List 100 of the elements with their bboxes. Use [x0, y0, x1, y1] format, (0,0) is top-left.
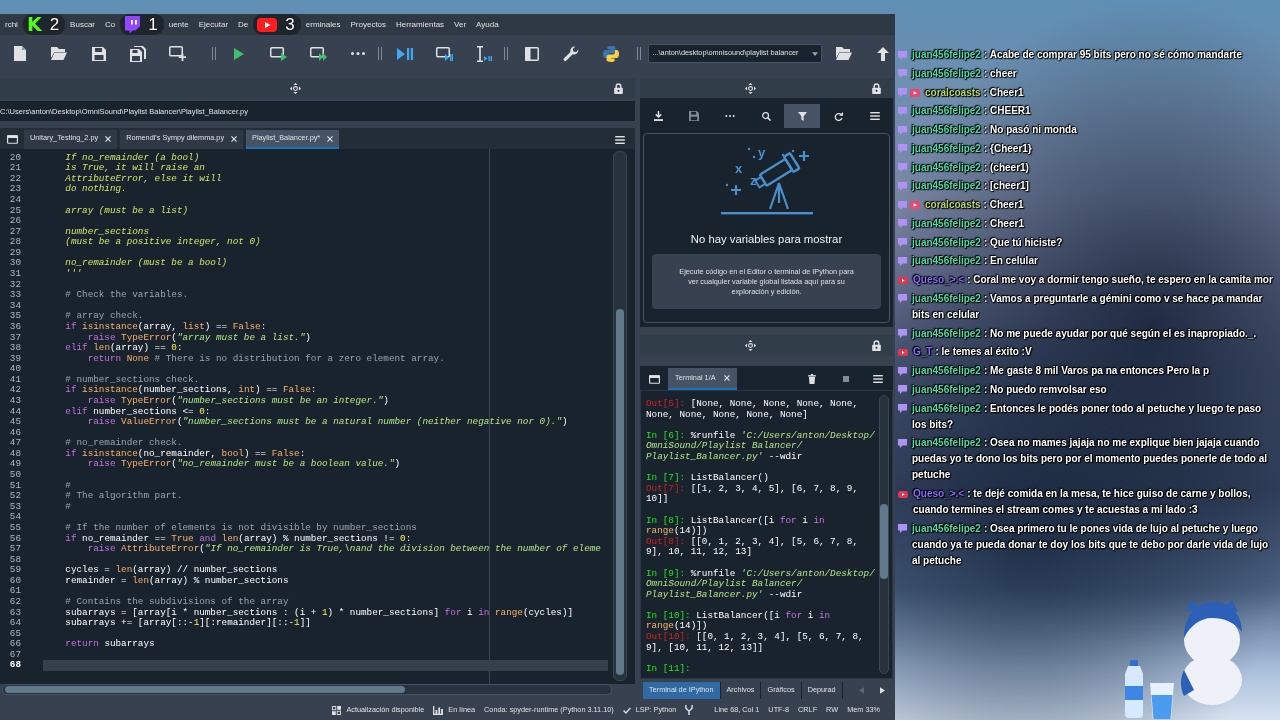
- code-line: If no_remainder (a bool): [64, 151, 200, 163]
- chat-message: juan456felipe2 : En celular: [912, 254, 1039, 269]
- glass-drawing: [1150, 683, 1174, 719]
- search-icon: [761, 111, 771, 121]
- chat-message: juan456felipe2 : Cheer1: [912, 216, 1025, 231]
- code-line: # no_remainder check.: [64, 437, 183, 449]
- chat-message: coralcoasts : Cheer1: [925, 85, 1025, 100]
- save-all-icon: [130, 45, 147, 62]
- menu-item[interactable]: Herramientas: [391, 19, 450, 30]
- code-line: return subarrays: [64, 638, 155, 650]
- console-line: In [8]: ListBalancer([i for i in: [646, 514, 825, 526]
- line-number: 51: [9, 480, 21, 492]
- menu-item[interactable]: erminales: [300, 19, 346, 30]
- console-line: In [9]: %runfile 'C:/Users/anton/Desktop/: [646, 567, 875, 579]
- line-number: 22: [9, 173, 21, 185]
- menu-item[interactable]: Ejecutar: [193, 19, 234, 30]
- horizontal-scrollbar[interactable]: [2, 684, 612, 695]
- close-icon[interactable]: [327, 135, 334, 142]
- chat-username[interactable]: juan456felipe2: [912, 402, 981, 414]
- line-number: 56: [9, 533, 21, 545]
- caret-down-icon[interactable]: [812, 51, 818, 56]
- chat-message: juan456felipe2 : No me puede ayudar por qué según el es inapropiado._.: [912, 326, 1258, 341]
- move-icon[interactable]: [290, 82, 301, 94]
- code-line: ''': [64, 268, 83, 280]
- line-number: 45: [9, 417, 21, 428]
- code-line: raise TypeError("no_remainder must be a boolean value."): [86, 458, 401, 470]
- menu-item[interactable]: rchi: [0, 19, 23, 30]
- line-number: 58: [9, 554, 21, 566]
- line-number: 44: [9, 406, 21, 418]
- menu-item[interactable]: Proyectos: [345, 19, 392, 30]
- line-number: 61: [9, 586, 21, 597]
- filter-button[interactable]: [784, 104, 821, 128]
- run-icon: [234, 47, 245, 60]
- code-line: raise AttributeError("If no_remainder is True,\nand the division between the number of eleme: [86, 543, 601, 555]
- refresh-icon: [834, 111, 843, 121]
- play-button-icon: [898, 348, 908, 356]
- line-number: 54: [9, 512, 21, 523]
- branch-icon: [685, 705, 694, 715]
- viewer-count: 1: [148, 15, 158, 34]
- line-number: 64: [9, 618, 21, 629]
- move-icon[interactable]: [745, 340, 756, 351]
- lock-icon[interactable]: [614, 82, 623, 94]
- text-cursor-icon: [476, 45, 493, 62]
- lock-icon[interactable]: [872, 82, 881, 94]
- menu-item[interactable]: Ayuda: [471, 19, 504, 30]
- line-number: 62: [9, 596, 21, 608]
- console-line: Playlist_Balancer.py' --wdir: [646, 588, 803, 600]
- chat-bubble-icon: [898, 524, 907, 534]
- code-line: no_remainder (must be a bool): [64, 257, 228, 269]
- code-line: if isinstance(no_remainder, bool) == False:: [64, 447, 306, 459]
- chat-message: juan456felipe2 : (cheer1): [912, 160, 1030, 175]
- save-icon: [91, 46, 106, 61]
- chat-username[interactable]: juan456felipe2: [912, 383, 981, 395]
- code-line: cycles = len(array) // number_sections: [64, 564, 278, 576]
- code-line: elif len(array) == 0:: [64, 342, 183, 354]
- line-number: 25: [9, 205, 21, 217]
- line-number: 55: [9, 522, 21, 534]
- line-number: 53: [9, 501, 21, 513]
- line-number: 49: [9, 459, 21, 471]
- menu-item[interactable]: Co: [100, 19, 121, 30]
- folder-icon: [51, 47, 68, 60]
- chat-username[interactable]: juan456felipe2: [912, 255, 981, 267]
- line-number: 37: [9, 332, 21, 344]
- chat-username[interactable]: juan456felipe2: [912, 437, 981, 449]
- add-cell-icon: [169, 46, 187, 61]
- run-cell-icon: [270, 46, 288, 61]
- scrollbar-thumb[interactable]: [5, 686, 405, 693]
- chat-username[interactable]: juan456felipe2: [912, 365, 981, 376]
- scrollbar-thumb[interactable]: [880, 504, 888, 579]
- vertical-scrollbar[interactable]: [879, 395, 889, 674]
- chat-username[interactable]: juan456felipe2: [912, 522, 981, 534]
- menu-icon: [873, 375, 883, 383]
- console-line: Out[10]: [[0, 1, 2, 3, 4], [5, 6, 7, 8,: [646, 631, 864, 643]
- line-number: 30: [9, 258, 21, 270]
- close-icon[interactable]: [105, 135, 112, 142]
- chat-username[interactable]: juan456felipe2: [912, 292, 981, 304]
- lock-icon[interactable]: [872, 340, 881, 351]
- scrollbar-thumb[interactable]: [616, 309, 624, 675]
- code-line: subarrays += [array[::-1][:remainder][::-1]]: [64, 617, 311, 629]
- console-line: OmniSound/Playlist Balancer/: [646, 440, 803, 452]
- bar-chart-icon: [433, 705, 444, 715]
- line-number: 60: [9, 575, 21, 587]
- chat-username[interactable]: juan456felipe2: [912, 327, 981, 339]
- folder-icon: [835, 47, 852, 60]
- line-number: 28: [9, 237, 21, 248]
- line-number: 68: [9, 660, 21, 671]
- line-number: 21: [9, 163, 21, 174]
- menu-item[interactable]: uente: [163, 19, 194, 30]
- download-icon: [653, 111, 663, 121]
- close-icon[interactable]: [231, 135, 238, 142]
- move-icon[interactable]: [745, 82, 756, 94]
- menu-item[interactable]: Buscar: [65, 19, 100, 30]
- code-line: number_sections: [64, 225, 149, 237]
- close-icon[interactable]: [723, 375, 730, 381]
- vertical-scrollbar[interactable]: [613, 151, 627, 681]
- code-line: elif number_sections <= 0:: [64, 405, 211, 417]
- menu-item[interactable]: De: [233, 19, 254, 30]
- water-bottle-drawing: [1123, 660, 1145, 718]
- menu-item[interactable]: Ver: [449, 19, 472, 30]
- console-line: range(14)]): [646, 620, 708, 632]
